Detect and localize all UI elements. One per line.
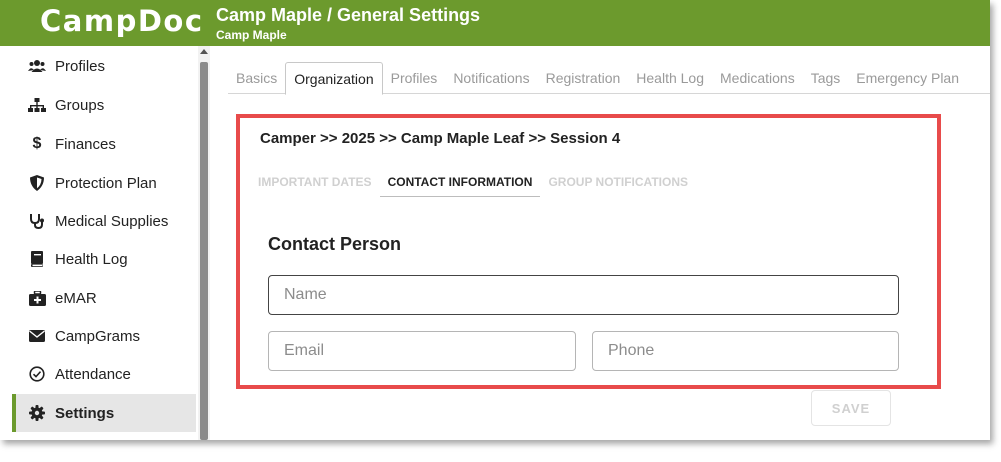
tab-registration[interactable]: Registration [538,62,629,94]
app-header: CampDoc Camp Maple / General Settings Ca… [0,0,990,46]
subtab-important-dates[interactable]: IMPORTANT DATES [250,172,380,197]
sidebar-item-label: CampGrams [55,327,141,345]
medkit-icon [27,290,47,306]
contact-person-heading: Contact Person [268,234,402,254]
sidebar-item-health-log[interactable]: Health Log [12,240,196,278]
users-icon [27,59,47,73]
tab-emergency-plan[interactable]: Emergency Plan [848,62,967,94]
save-button[interactable]: SAVE [811,390,891,426]
scroll-up-icon[interactable] [198,48,210,58]
book-icon [27,251,47,267]
sidebar-item-profiles[interactable]: Profiles [12,47,196,85]
sidebar: Profiles Groups $ Finances Protection Pl… [0,46,210,440]
email-input[interactable] [268,331,576,371]
sidebar-item-label: Attendance [55,365,131,383]
tab-notifications[interactable]: Notifications [445,62,537,94]
sidebar-item-attendance[interactable]: Attendance [12,355,196,393]
dollar-icon: $ [32,135,42,152]
sidebar-scrollbar[interactable] [198,46,210,440]
sidebar-item-label: eMAR [55,289,97,307]
sidebar-item-medical-supplies[interactable]: Medical Supplies [12,202,196,240]
tab-health-log[interactable]: Health Log [628,62,712,94]
tab-organization[interactable]: Organization [285,62,383,95]
tab-profiles[interactable]: Profiles [383,62,446,94]
check-circle-icon [27,366,47,382]
sidebar-item-campgrams[interactable]: CampGrams [12,317,196,355]
sidebar-item-label: Finances [55,135,116,153]
settings-tabs: Basics Organization Profiles Notificatio… [228,62,990,95]
name-input[interactable] [268,275,899,315]
page-subtitle: Camp Maple [216,28,287,42]
tab-tags[interactable]: Tags [803,62,849,94]
sidebar-item-label: Medical Supplies [55,212,169,230]
sidebar-item-label: Groups [55,96,105,114]
sidebar-item-emar[interactable]: eMAR [12,279,196,317]
subtab-contact-information[interactable]: CONTACT INFORMATION [379,172,541,197]
shield-icon [27,175,47,191]
sidebar-item-protection-plan[interactable]: Protection Plan [12,164,196,202]
scrollbar-thumb[interactable] [200,62,208,440]
sitemap-icon [27,97,47,113]
sidebar-item-label: Health Log [55,250,128,268]
contact-subtabs: IMPORTANT DATES CONTACT INFORMATION GROU… [250,172,696,197]
main-content: Basics Organization Profiles Notificatio… [210,46,990,440]
sidebar-item-settings[interactable]: Settings [12,394,196,432]
sidebar-item-groups[interactable]: Groups [12,86,196,124]
tab-basics[interactable]: Basics [228,62,285,94]
envelope-icon [27,330,47,342]
sidebar-item-finances[interactable]: $ Finances [12,125,196,163]
sidebar-item-label: Profiles [55,57,106,75]
breadcrumb: Camper >> 2025 >> Camp Maple Leaf >> Ses… [260,130,621,147]
page-title: Camp Maple / General Settings [216,5,481,25]
campdoc-logo[interactable]: CampDoc [40,4,204,38]
gear-icon [27,405,47,421]
stethoscope-icon [27,213,47,229]
sidebar-item-label: Protection Plan [55,174,157,192]
phone-input[interactable] [592,331,899,371]
subtab-group-notifications[interactable]: GROUP NOTIFICATIONS [540,172,696,197]
app-window: CampDoc Camp Maple / General Settings Ca… [0,0,990,440]
tab-medications[interactable]: Medications [712,62,803,94]
sidebar-item-label: Settings [55,404,115,422]
